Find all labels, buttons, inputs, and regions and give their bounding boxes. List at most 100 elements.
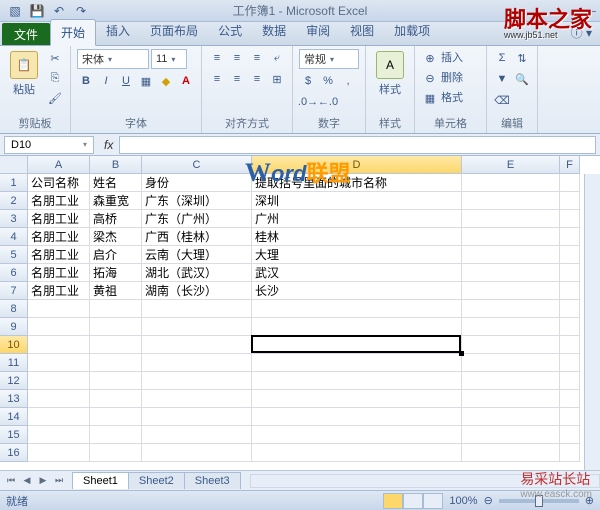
cell[interactable]: 梁杰 [90, 228, 142, 246]
cell[interactable] [252, 318, 462, 336]
file-tab[interactable]: 文件 [2, 23, 50, 45]
cell[interactable]: 名朋工业 [28, 228, 90, 246]
cell[interactable] [142, 444, 252, 462]
cell[interactable] [28, 354, 90, 372]
cell[interactable] [560, 318, 580, 336]
row-header[interactable]: 15 [0, 426, 28, 444]
cell[interactable] [142, 336, 252, 354]
find-icon[interactable]: 🔍 [513, 70, 531, 88]
row-header[interactable]: 6 [0, 264, 28, 282]
autosum-icon[interactable]: Σ [493, 49, 511, 67]
font-size-combo[interactable]: 11▾ [151, 49, 187, 69]
cell[interactable] [90, 444, 142, 462]
cell[interactable] [462, 300, 560, 318]
undo-icon[interactable]: ↶ [50, 2, 68, 20]
cell[interactable]: 长沙 [252, 282, 462, 300]
cell[interactable] [142, 390, 252, 408]
cell[interactable] [252, 426, 462, 444]
tab-加载项[interactable]: 加载项 [384, 18, 440, 45]
cell[interactable] [560, 282, 580, 300]
cell[interactable] [252, 372, 462, 390]
cell[interactable]: 广东（深圳） [142, 192, 252, 210]
align-middle-icon[interactable]: ≡ [228, 49, 246, 67]
cell[interactable] [252, 390, 462, 408]
cell[interactable] [462, 336, 560, 354]
formula-bar[interactable] [119, 136, 596, 154]
align-bottom-icon[interactable]: ≡ [248, 49, 266, 67]
align-top-icon[interactable]: ≡ [208, 49, 226, 67]
column-header[interactable]: F [560, 156, 580, 174]
cell[interactable]: 武汉 [252, 264, 462, 282]
sheet-tab[interactable]: Sheet2 [128, 472, 185, 489]
redo-icon[interactable]: ↷ [72, 2, 90, 20]
cell[interactable] [252, 444, 462, 462]
cell[interactable]: 云南（大理） [142, 246, 252, 264]
cell[interactable] [462, 174, 560, 192]
sort-icon[interactable]: ⇅ [513, 49, 531, 67]
cell[interactable] [462, 408, 560, 426]
column-header[interactable]: E [462, 156, 560, 174]
underline-button[interactable]: U [117, 72, 135, 90]
cell[interactable]: 广州 [252, 210, 462, 228]
column-header[interactable]: B [90, 156, 142, 174]
spreadsheet-grid[interactable]: ABCDEF 12345678910111213141516 公司名称姓名身份提… [0, 156, 600, 470]
cell[interactable] [560, 192, 580, 210]
cell[interactable] [28, 300, 90, 318]
currency-icon[interactable]: $ [299, 72, 317, 90]
cell[interactable]: 桂林 [252, 228, 462, 246]
sheet-tab[interactable]: Sheet1 [72, 472, 129, 489]
tab-审阅[interactable]: 审阅 [296, 18, 340, 45]
cell[interactable]: 名朋工业 [28, 282, 90, 300]
row-header[interactable]: 12 [0, 372, 28, 390]
cell[interactable] [462, 228, 560, 246]
cell[interactable]: 高桥 [90, 210, 142, 228]
cell[interactable] [252, 300, 462, 318]
view-pagebreak-button[interactable] [423, 493, 443, 509]
vertical-scrollbar[interactable] [584, 174, 600, 470]
cell[interactable] [462, 282, 560, 300]
border-button[interactable]: ▦ [137, 72, 155, 90]
cell[interactable] [142, 426, 252, 444]
name-box[interactable]: D10▾ [4, 136, 94, 154]
row-header[interactable]: 10 [0, 336, 28, 354]
align-left-icon[interactable]: ≡ [208, 70, 226, 88]
cell[interactable] [142, 318, 252, 336]
cell[interactable] [28, 408, 90, 426]
comma-icon[interactable]: , [339, 72, 357, 90]
row-header[interactable]: 16 [0, 444, 28, 462]
cell[interactable]: 公司名称 [28, 174, 90, 192]
font-color-button[interactable]: A [177, 72, 195, 90]
cell[interactable]: 深圳 [252, 192, 462, 210]
format-cells-icon[interactable]: ▦ [421, 89, 439, 107]
row-header[interactable]: 2 [0, 192, 28, 210]
cell[interactable] [90, 300, 142, 318]
tab-开始[interactable]: 开始 [50, 19, 96, 46]
row-header[interactable]: 11 [0, 354, 28, 372]
cell[interactable] [252, 408, 462, 426]
zoom-out-button[interactable]: ⊖ [484, 494, 493, 507]
cell[interactable] [90, 354, 142, 372]
cell[interactable] [560, 210, 580, 228]
paste-button[interactable]: 📋 粘贴 [6, 49, 42, 99]
row-header[interactable]: 5 [0, 246, 28, 264]
cell[interactable] [90, 426, 142, 444]
cell[interactable]: 广西（桂林） [142, 228, 252, 246]
cell[interactable] [90, 318, 142, 336]
row-header[interactable]: 13 [0, 390, 28, 408]
cell[interactable] [560, 444, 580, 462]
cell[interactable] [142, 372, 252, 390]
percent-icon[interactable]: % [319, 72, 337, 90]
cell[interactable]: 姓名 [90, 174, 142, 192]
font-name-combo[interactable]: 宋体▾ [77, 49, 149, 69]
cell[interactable] [28, 318, 90, 336]
cell[interactable] [560, 246, 580, 264]
select-all-corner[interactable] [0, 156, 28, 174]
cell[interactable] [560, 408, 580, 426]
row-header[interactable]: 9 [0, 318, 28, 336]
cell[interactable]: 黄祖 [90, 282, 142, 300]
column-header[interactable]: A [28, 156, 90, 174]
cell[interactable] [462, 210, 560, 228]
cell[interactable] [462, 264, 560, 282]
sheet-nav-prev[interactable]: ◀ [20, 474, 34, 488]
cell[interactable] [28, 390, 90, 408]
